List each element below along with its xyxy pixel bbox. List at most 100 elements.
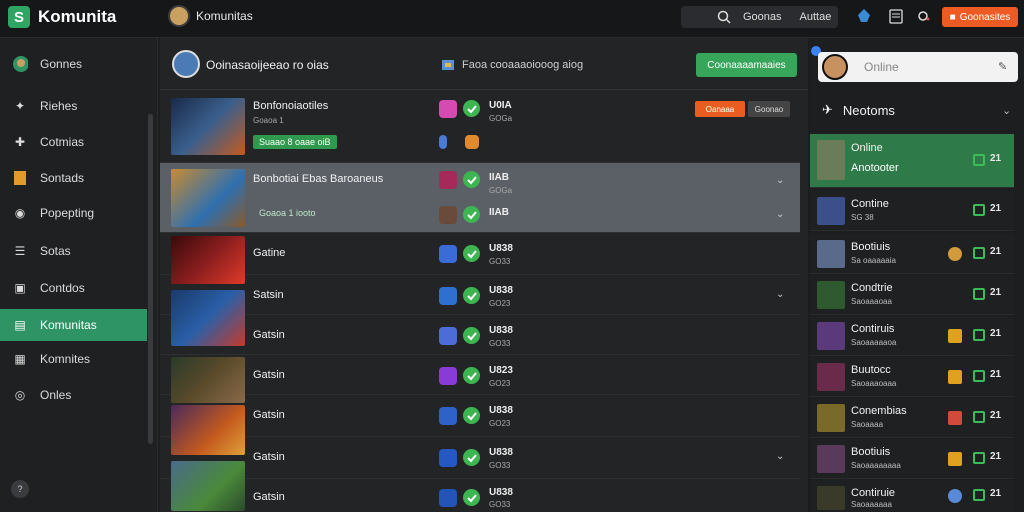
row-tag: Suaao 8 oaae oiB [253,135,337,149]
table-row[interactable]: Gatsin U823 GO23 [160,355,800,403]
chevron-down-icon[interactable]: ⌄ [776,209,784,220]
row-version: IIAB [489,172,509,183]
friend-avatar [817,445,845,473]
check-icon [463,367,480,384]
row-version-sub: GO33 [489,500,511,509]
friend-item[interactable]: Conembias Saoaaaa 21 [810,398,1014,438]
app-icon [439,367,457,385]
friend-count: 21 [990,287,1002,298]
friend-status: Saoaaaoaaa [851,379,897,388]
sidebar-item-popepting[interactable]: ◉ Popepting [0,197,147,229]
help-icon[interactable]: ? [11,480,29,498]
table-row[interactable]: Gatsin U838 GO33 ⌄ [160,437,800,479]
sidebar-item-gonnes[interactable]: Gonnes [0,48,147,80]
avatar[interactable] [168,5,190,27]
sidebar-item-label: Popepting [40,206,95,220]
star-icon [948,370,962,384]
message-icon[interactable] [973,452,985,464]
calendar-icon[interactable] [888,8,904,24]
sidebar-item-komunitas[interactable]: ▤ Komunitas [0,309,147,341]
table-row[interactable]: Gatine U838 GO33 [160,233,800,284]
row-subtitle: Goaoa 1 iooto [259,208,316,218]
friend-name: Online [851,142,883,154]
status-badge[interactable]: Oanaaa [695,101,745,117]
game-icon [948,411,962,425]
row-version: IIAB [489,207,509,218]
brand[interactable]: S Komunita [8,6,116,28]
create-button[interactable]: Coonaaaamaaies [696,53,797,77]
community-icon: ▤ [14,318,26,332]
star-icon [948,452,962,466]
friend-item[interactable]: Contine SG 38 21 [810,191,1014,231]
sidebar-item-onles[interactable]: ◎ Onles [0,379,147,411]
row-version-sub: GO33 [489,339,511,348]
check-icon [463,407,480,424]
friend-item[interactable]: Online Anotooter 21 [810,134,1014,188]
friend-avatar [817,363,845,391]
friend-item[interactable]: Condtrie Saoaaaoaa 21 [810,275,1014,315]
notification-icon[interactable] [856,8,872,24]
friend-item[interactable]: Contiruie Saoaaaaaa 21 [810,480,1014,512]
sidebar-item-cotmias[interactable]: ✚ Cotmias [0,126,147,158]
row-title: Bonbotiai Ebas Baroaneus [253,173,384,185]
message-icon[interactable] [973,329,985,341]
chevron-down-icon[interactable]: ⌄ [776,451,784,462]
check-icon [463,327,480,344]
chevron-down-icon[interactable]: ⌄ [776,289,784,300]
chevron-down-icon[interactable]: ⌄ [776,175,784,186]
friend-item[interactable]: Buutocc Saoaaaoaaa 21 [810,357,1014,397]
message-icon[interactable] [973,204,985,216]
message-icon[interactable] [973,288,985,300]
friends-search-input[interactable]: Online ✎ [818,52,1018,82]
message-icon[interactable] [973,370,985,382]
primary-button[interactable]: ■ Goonasites [942,7,1018,27]
page-title: Komunitas [196,9,253,23]
table-row[interactable]: Satsin U838 GO23 ⌄ [160,275,800,346]
avatar[interactable] [172,50,200,78]
friend-count: 21 [990,246,1002,257]
sidebar-item-sotas[interactable]: ☰ Sotas [0,235,147,267]
main-subtitle: Faoa cooaaaoiooog aiog [440,58,583,72]
table-row[interactable]: Bonfonoiaotiles Goaoa 1 Suaao 8 oaae oiB… [160,90,800,163]
sidebar-item-sontads[interactable]: Sontads [0,162,147,194]
game-thumbnail [171,169,245,227]
row-version: U838 [489,243,513,254]
friend-item[interactable]: Contiruis Saoaaaaaoa 21 [810,316,1014,356]
app-icon [439,206,457,224]
search-input[interactable]: Goonas Auttae [681,6,838,28]
message-icon[interactable] [973,489,985,501]
message-icon[interactable] [973,411,985,423]
table-row[interactable]: Bonbotiai Ebas Baroaneus Goaoa 1 iooto I… [160,163,800,233]
friends-section-header[interactable]: ✈ Neotoms ⌄ [822,98,1016,122]
sidebar-scrollbar[interactable] [148,114,153,444]
friend-status: Saoaaaaaa [851,500,892,509]
main-subtitle-text: Faoa cooaaaoiooog aiog [462,59,584,71]
check-icon [463,245,480,262]
row-version-sub: GO33 [489,257,511,266]
table-row[interactable]: Gatsin U838 GO33 [160,461,800,512]
friend-item[interactable]: Bootiuis Sa oaaaaaia 21 [810,234,1014,274]
app-icon [439,100,457,118]
status-badge-secondary[interactable]: Goonao [748,101,790,117]
row-version: U838 [489,285,513,296]
right-panel: Online ✎ ✈ Neotoms ⌄ Online Anotooter 21… [810,38,1024,512]
chevron-down-icon[interactable]: ⌄ [1002,104,1011,117]
friend-avatar [817,404,845,432]
table-row[interactable]: Gatsin U838 GO33 [160,315,800,355]
edit-icon[interactable]: ✎ [998,60,1007,73]
message-icon[interactable] [973,154,985,166]
row-subtitle: Goaoa 1 [253,116,284,125]
friend-status: Anotooter [851,162,899,174]
sidebar-item-komnites[interactable]: ▦ Komnites [0,343,147,375]
bookmark-icon [12,170,28,186]
friend-item[interactable]: Bootiuis Saoaaaaaaaa 21 [810,439,1014,479]
row-version: U0IA [489,100,512,111]
message-icon[interactable] [973,247,985,259]
game-thumbnail [171,461,245,511]
settings-icon[interactable] [915,8,931,24]
table-row[interactable]: Gatsin U838 GO23 [160,395,800,455]
sidebar-item-contdos[interactable]: ▣ Contdos [0,272,147,304]
row-title: Satsin [253,289,284,301]
sidebar-item-riehes[interactable]: ✦ Riehes [0,90,147,122]
friend-count: 21 [990,203,1002,214]
